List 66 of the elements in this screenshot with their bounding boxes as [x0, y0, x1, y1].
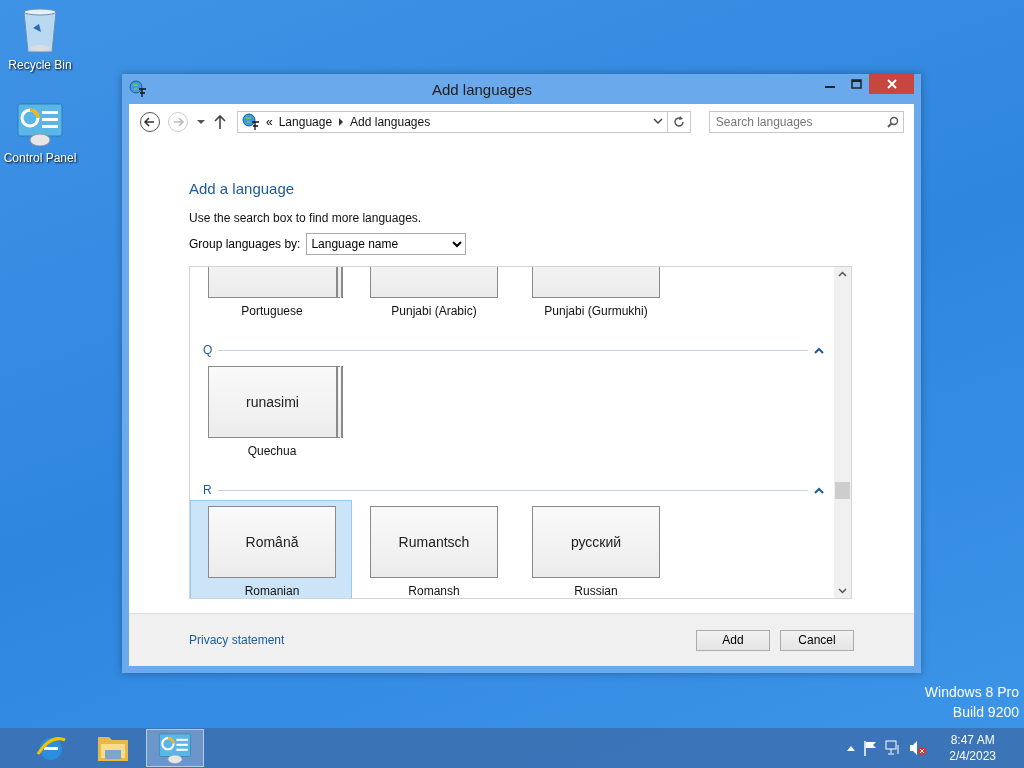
caret-up-icon[interactable]	[847, 745, 856, 751]
desktop-icon-label: Recycle Bin	[8, 58, 72, 72]
back-button[interactable]	[139, 111, 161, 133]
native-name: Rumantsch	[398, 534, 470, 550]
search-icon	[887, 116, 899, 128]
dialog-button[interactable]: Add	[696, 629, 770, 651]
edition-text: Windows 8 Pro	[924, 684, 1019, 700]
language-item[interactable]: Română Romanian	[190, 500, 352, 598]
language-name: Quechua	[246, 443, 298, 459]
search-box[interactable]: Search languages	[708, 111, 904, 133]
privacy-link[interactable]: Privacy statement	[189, 633, 285, 647]
clock[interactable]: 8:47 AM 2/4/2023	[949, 733, 996, 763]
language-name: Romansh	[407, 583, 461, 598]
close-button[interactable]	[869, 74, 914, 94]
control-panel-icon	[16, 102, 64, 146]
group-by-dropdown[interactable]: Language name	[306, 233, 467, 255]
language-item[interactable]: Punjabi (Arabic)	[352, 267, 514, 328]
language-item[interactable]: Rumantsch Romansh	[352, 500, 514, 598]
group-letter: R	[203, 483, 212, 497]
scrollbar-thumb[interactable]	[835, 482, 850, 499]
window-title: Add languages	[430, 80, 534, 98]
language-item[interactable]: Punjabi (Gurmukhi)	[514, 267, 676, 328]
native-name: Română	[245, 534, 299, 550]
scroll-up-icon[interactable]	[838, 271, 847, 277]
control-panel-shortcut-icon[interactable]	[16, 102, 64, 149]
refresh-button[interactable]	[667, 111, 691, 133]
collapse-chevron-icon[interactable]	[814, 486, 824, 494]
recycle-bin-icon[interactable]	[20, 6, 60, 56]
desktop-icon-label: Control Panel	[3, 151, 77, 165]
group-by-label: Group languages by:	[189, 237, 301, 251]
scrollbar[interactable]	[834, 267, 851, 598]
language-item[interactable]: runasimi Quechua	[190, 360, 352, 468]
page-heading: Add a language	[189, 180, 296, 197]
language-name: Punjabi (Arabic)	[390, 303, 478, 319]
language-item[interactable]: Portuguese	[190, 267, 352, 328]
close-icon	[886, 79, 897, 89]
minimize-icon	[825, 86, 835, 88]
network-icon[interactable]	[885, 740, 902, 756]
group-letter: Q	[203, 343, 213, 357]
native-name: runasimi	[246, 394, 299, 410]
overflow-chevron[interactable]: «	[266, 115, 273, 129]
language-name: Portuguese	[240, 303, 304, 319]
speaker-muted-icon[interactable]	[909, 740, 928, 756]
language-name: Punjabi (Gurmukhi)	[543, 303, 649, 319]
up-button[interactable]	[213, 114, 227, 130]
scroll-down-icon[interactable]	[838, 588, 847, 594]
edition-text: Build 9200	[952, 704, 1019, 720]
chevron-down-icon[interactable]	[652, 118, 663, 126]
language-item[interactable]: русский Russian	[514, 500, 676, 598]
maximize-icon	[850, 79, 862, 89]
breadcrumb[interactable]: Add languages	[350, 115, 431, 129]
native-name: русский	[570, 534, 622, 550]
address-bar[interactable]: « Language Add languages	[237, 111, 668, 133]
language-globe-icon	[242, 113, 260, 131]
instruction-text: Use the search box to find more languages.	[189, 211, 423, 225]
collapse-chevron-icon[interactable]	[814, 346, 824, 354]
language-name: Romanian	[243, 583, 301, 598]
refresh-icon	[672, 116, 685, 128]
separator-arrow-icon	[338, 118, 345, 126]
dialog-button[interactable]: Cancel	[780, 629, 854, 651]
control-panel-icon	[158, 732, 192, 764]
flag-icon[interactable]	[863, 740, 878, 756]
breadcrumb[interactable]: Language	[278, 115, 333, 129]
language-globe-icon	[129, 80, 147, 98]
language-name: Russian	[573, 583, 619, 598]
taskbar-app-button[interactable]	[146, 729, 204, 767]
